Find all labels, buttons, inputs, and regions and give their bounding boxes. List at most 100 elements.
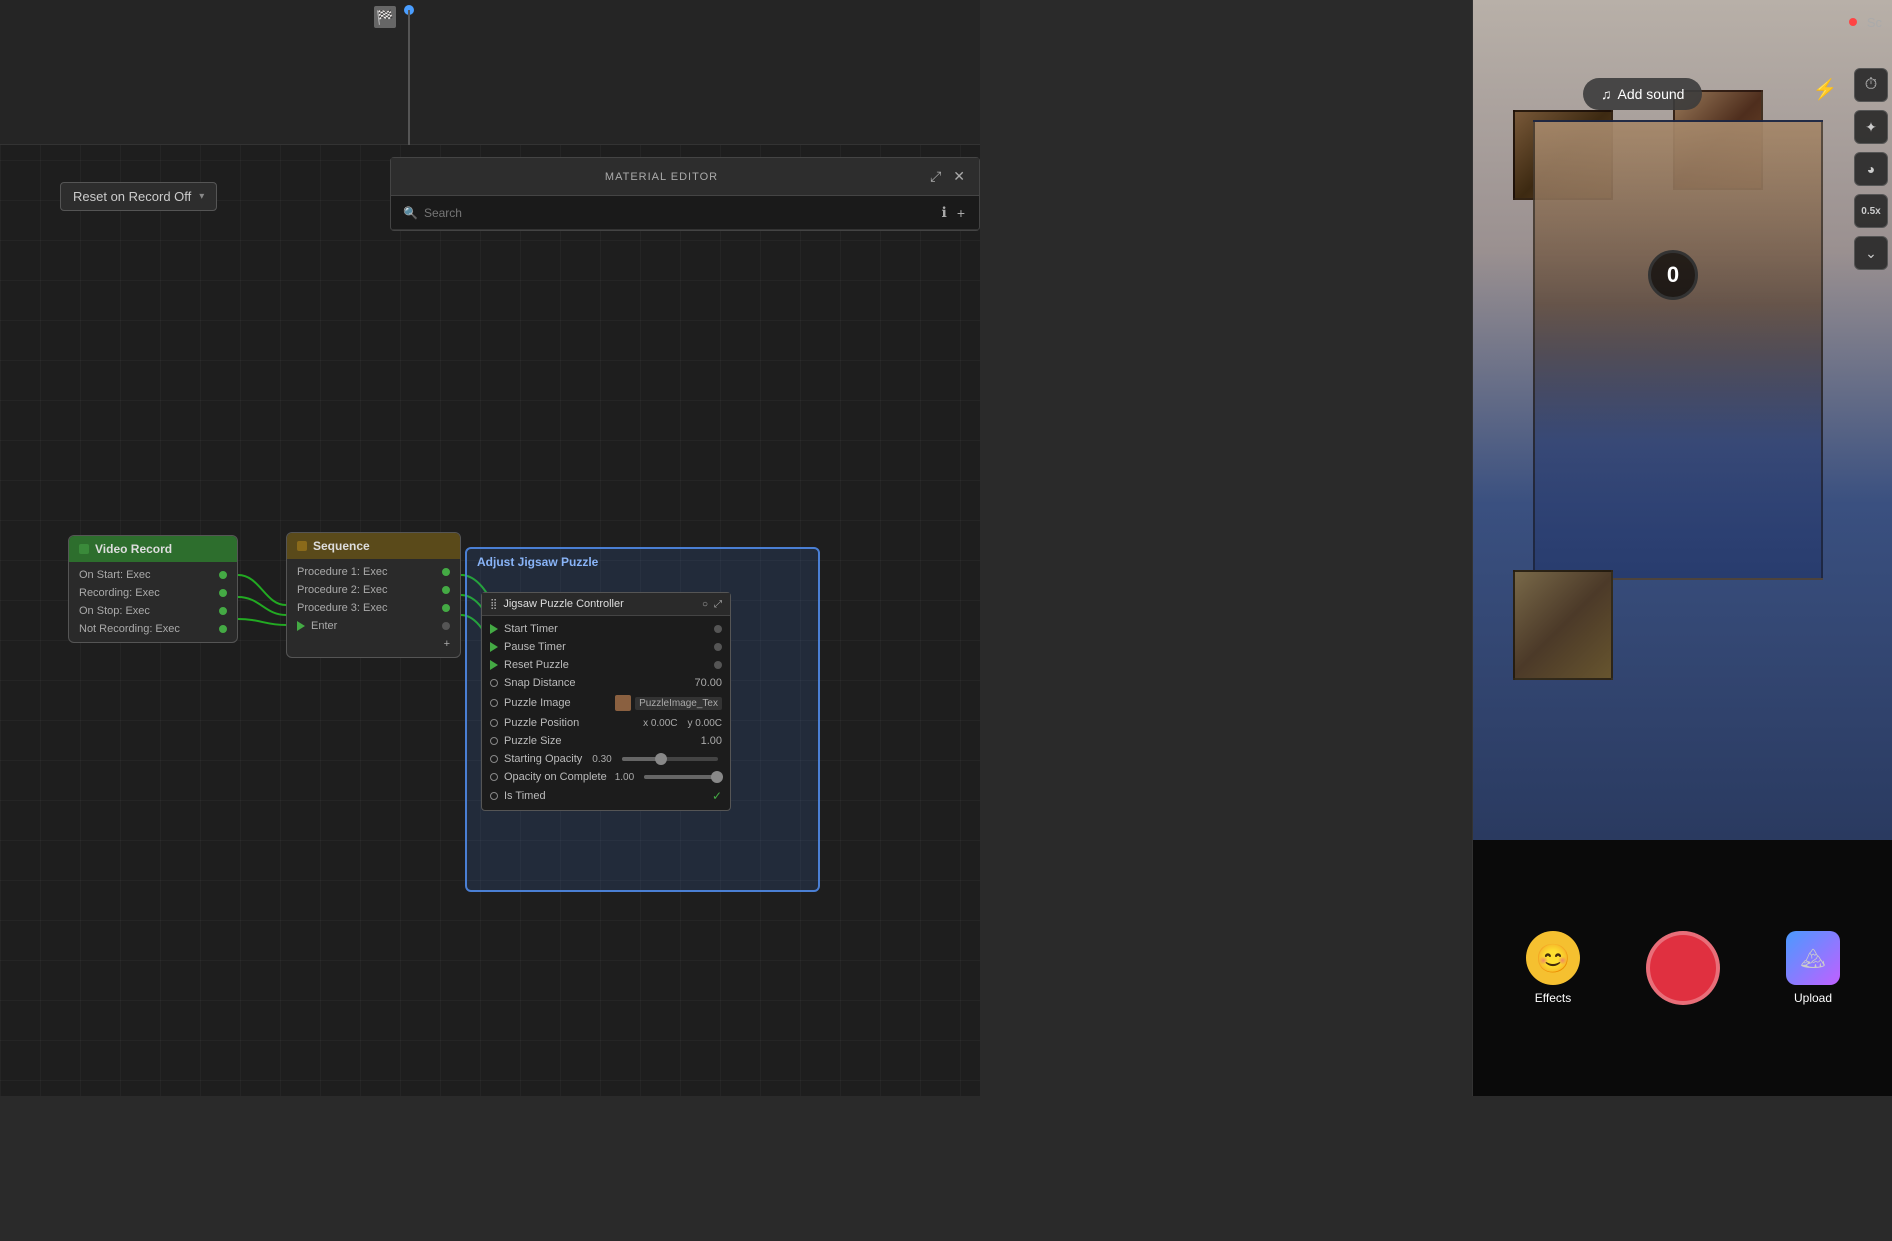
- image-thumb: [615, 695, 631, 711]
- port-dot-right: [442, 568, 450, 576]
- sequence-icon: [297, 541, 307, 551]
- timeline-line: [408, 10, 410, 145]
- music-note-icon: ♫: [1601, 86, 1612, 102]
- circle-icon: [490, 699, 498, 707]
- circle-icon: [490, 737, 498, 745]
- jigsaw-row-starting-opacity: Starting Opacity 0.30: [482, 750, 730, 768]
- jigsaw-header-btns: ○ ⤢: [702, 599, 722, 610]
- node-port-proc2: Procedure 2: Exec: [287, 581, 460, 599]
- circle-icon: [490, 792, 498, 800]
- jigsaw-row-snap-distance: Snap Distance 70.00: [482, 674, 730, 692]
- dot-icon: [714, 643, 722, 651]
- node-port-proc1: Procedure 1: Exec: [287, 563, 460, 581]
- dot-icon: [714, 661, 722, 669]
- speed-label: 0.5x: [1861, 206, 1880, 217]
- effects-button[interactable]: 😊 Effects: [1526, 931, 1580, 1005]
- starting-opacity-slider[interactable]: [622, 757, 718, 761]
- opacity-complete-value: 1.00: [615, 772, 634, 783]
- jigsaw-row-reset-puzzle: Reset Puzzle: [482, 656, 730, 674]
- image-label: PuzzleImage_Tex: [635, 697, 722, 710]
- jigsaw-row-pause-timer: Pause Timer: [482, 638, 730, 656]
- play-icon: [490, 642, 498, 652]
- finish-flag-icon: 🏁: [374, 6, 396, 28]
- node-area: Video Record On Start: Exec Recording: E…: [0, 145, 980, 1096]
- port-dot-right: [442, 586, 450, 594]
- face-overlay: [1533, 120, 1823, 580]
- jigsaw-icon: ⣿: [490, 599, 497, 610]
- video-record-node-header: Video Record: [69, 536, 237, 562]
- dot-icon: [714, 625, 722, 633]
- port-dot-right: [219, 589, 227, 597]
- timeline-bar: 🏁: [0, 0, 980, 145]
- play-icon: [490, 660, 498, 670]
- jigsaw-controller-node: ⣿ Jigsaw Puzzle Controller ○ ⤢ Start Tim…: [481, 592, 731, 811]
- jigsaw-minimize-button[interactable]: ○: [702, 599, 708, 610]
- sequence-title: Sequence: [313, 539, 370, 553]
- jigsaw-row-start-timer: Start Timer: [482, 620, 730, 638]
- chevron-down-icon: ⌄: [1865, 245, 1877, 262]
- number-badge: 0: [1648, 250, 1698, 300]
- sc-label: Sc: [1867, 15, 1882, 30]
- canvas-area: 🏁 Reset on Record Off ▾ MATERIAL EDITOR …: [0, 0, 980, 1096]
- play-icon: [490, 624, 498, 634]
- edit-button[interactable]: ✦: [1854, 110, 1888, 144]
- video-record-title: Video Record: [95, 542, 172, 556]
- color-icon: ◕: [1867, 161, 1875, 177]
- timer-button[interactable]: ⏱: [1854, 68, 1888, 102]
- jigsaw-expand-button[interactable]: ⤢: [714, 599, 722, 610]
- node-port-enter: Enter: [287, 617, 460, 635]
- effects-icon: 😊: [1526, 931, 1580, 985]
- bottom-bar: 😊 Effects 🏔 Upload: [1473, 840, 1892, 1096]
- video-record-node: Video Record On Start: Exec Recording: E…: [68, 535, 238, 643]
- node-port-recording: Recording: Exec: [69, 584, 237, 602]
- color-button[interactable]: ◕: [1854, 152, 1888, 186]
- sequence-body: Procedure 1: Exec Procedure 2: Exec Proc…: [287, 559, 460, 657]
- position-x: x 0.00C: [643, 718, 677, 729]
- effects-label: Effects: [1535, 991, 1571, 1005]
- sequence-node: Sequence Procedure 1: Exec Procedure 2: …: [286, 532, 461, 658]
- port-dot-right: [219, 625, 227, 633]
- more-button[interactable]: ⌄: [1854, 236, 1888, 270]
- port-dot-right: [442, 604, 450, 612]
- sequence-node-header: Sequence: [287, 533, 460, 559]
- jigsaw-title: Jigsaw Puzzle Controller: [503, 598, 696, 610]
- puzzle-size-value: 1.00: [701, 735, 722, 747]
- port-dot-right: [219, 607, 227, 615]
- add-procedure-button[interactable]: +: [444, 638, 450, 650]
- status-dot: [1849, 18, 1857, 26]
- right-toolbar: ⏱ ✦ ◕ 0.5x ⌄: [1848, 60, 1892, 278]
- video-record-icon: [79, 544, 89, 554]
- is-timed-check[interactable]: ✓: [712, 789, 722, 803]
- opacity-complete-slider[interactable]: [644, 775, 718, 779]
- jigsaw-row-puzzle-size: Puzzle Size 1.00: [482, 732, 730, 750]
- node-port-not-recording: Not Recording: Exec: [69, 620, 237, 638]
- jigsaw-row-opacity-complete: Opacity on Complete 1.00: [482, 768, 730, 786]
- jigsaw-row-puzzle-position: Puzzle Position x 0.00C y 0.00C: [482, 714, 730, 732]
- jigsaw-header: ⣿ Jigsaw Puzzle Controller ○ ⤢: [482, 593, 730, 616]
- phone-preview: 0 ♫ Add sound ⚡ ⏱ ✦ ◕ 0.5x: [1473, 0, 1892, 840]
- record-button[interactable]: [1646, 931, 1720, 1005]
- node-add-row: +: [287, 635, 460, 653]
- circle-icon: [490, 679, 498, 687]
- upload-button[interactable]: 🏔 Upload: [1786, 931, 1840, 1005]
- play-triangle-icon: [297, 621, 305, 631]
- upload-label: Upload: [1794, 991, 1832, 1005]
- circle-icon: [490, 755, 498, 763]
- photo-thumbnail-3[interactable]: [1513, 570, 1613, 680]
- port-dot-right: [219, 571, 227, 579]
- node-port-on-start: On Start: Exec: [69, 566, 237, 584]
- speed-button[interactable]: 0.5x: [1854, 194, 1888, 228]
- wand-icon: ✦: [1865, 119, 1877, 136]
- jigsaw-row-is-timed: Is Timed ✓: [482, 786, 730, 806]
- add-sound-button[interactable]: ♫ Add sound: [1583, 78, 1702, 110]
- adjust-panel-title: Adjust Jigsaw Puzzle: [467, 549, 818, 575]
- jigsaw-body: Start Timer Pause Timer Reset Puzzle: [482, 616, 730, 810]
- circle-icon: [490, 773, 498, 781]
- position-y: y 0.00C: [688, 718, 722, 729]
- snap-distance-value: 70.00: [694, 677, 722, 689]
- dot-icon: [442, 622, 450, 630]
- starting-opacity-value: 0.30: [592, 754, 611, 765]
- timer-icon: ⏱: [1865, 76, 1877, 94]
- flash-button[interactable]: ⚡: [1808, 72, 1842, 106]
- video-record-body: On Start: Exec Recording: Exec On Stop: …: [69, 562, 237, 642]
